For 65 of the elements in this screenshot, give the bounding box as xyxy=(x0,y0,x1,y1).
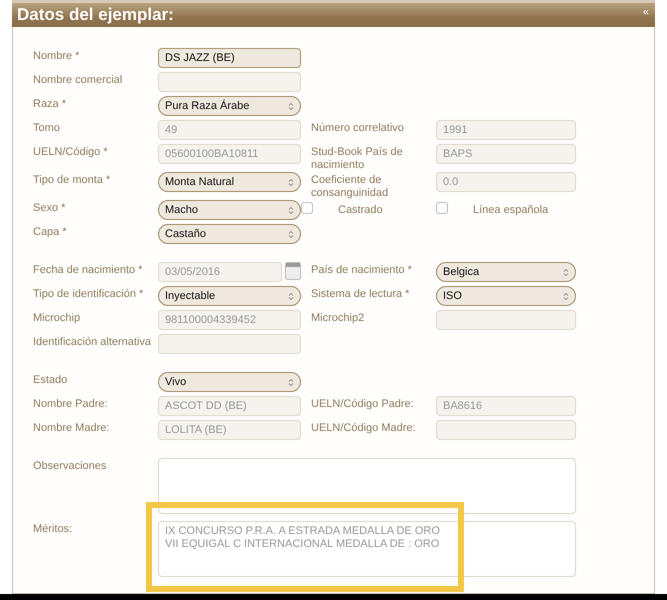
field-label: Nombre Madre: xyxy=(33,421,110,435)
chevron-icon xyxy=(288,206,294,214)
date-field[interactable]: 03/05/2016 xyxy=(158,262,282,282)
chevron-icon xyxy=(563,268,569,276)
text-area[interactable]: IX CONCURSO P.R.A. A ESTRADA MEDALLA DE ORO VII EQUIGAL C INTERNACIONAL MEDALLA DE : ORO xyxy=(158,521,576,577)
field-label: Nombre Padre: xyxy=(33,397,109,411)
field-label: Tipo de identificación * xyxy=(33,287,144,301)
text-field[interactable] xyxy=(436,310,576,330)
field-label: Raza * xyxy=(33,97,68,111)
checkbox[interactable] xyxy=(301,202,313,214)
text-field[interactable]: LOLITA (BE) xyxy=(158,420,301,440)
text-field[interactable]: 981100004339452 xyxy=(158,310,301,330)
chevron-icon xyxy=(563,292,569,300)
text-field[interactable] xyxy=(158,334,301,354)
text-field[interactable]: 0.0 xyxy=(436,172,576,192)
field-label: Capa * xyxy=(33,225,68,239)
text-area[interactable] xyxy=(158,458,576,514)
calendar-icon[interactable] xyxy=(285,262,301,280)
select-dropdown[interactable]: Belgica xyxy=(436,262,576,282)
select-dropdown[interactable]: Castaño xyxy=(158,224,301,244)
text-field[interactable] xyxy=(158,72,301,92)
text-field[interactable]: 1991 xyxy=(436,120,576,140)
field-label: UELN/Código Padre: xyxy=(311,397,415,411)
field-label: Microchip2 xyxy=(311,311,366,325)
field-label: Tomo xyxy=(33,121,61,135)
panel-title: Datos del ejemplar: xyxy=(17,4,174,26)
select-dropdown[interactable]: Inyectable xyxy=(158,286,301,306)
chevron-icon xyxy=(288,292,294,300)
select-dropdown[interactable]: Monta Natural xyxy=(158,172,301,192)
chevron-icon xyxy=(288,102,294,110)
select-dropdown[interactable]: Vivo xyxy=(158,372,301,392)
field-label: Fecha de nacimiento * xyxy=(33,263,144,277)
chevron-icon xyxy=(288,178,294,186)
select-dropdown[interactable]: Pura Raza Árabe xyxy=(158,96,301,116)
chevron-icon xyxy=(288,230,294,238)
field-label: UELN/Código * xyxy=(33,145,109,159)
field-label: Sistema de lectura * xyxy=(311,287,410,301)
field-label: País de nacimiento * xyxy=(311,263,413,277)
field-label: Sexo * xyxy=(33,201,66,215)
field-label: Microchip xyxy=(33,311,82,325)
field-label: Méritos: xyxy=(33,522,74,536)
field-label: Identificación alternativa xyxy=(33,335,152,349)
text-field[interactable]: BA8616 xyxy=(436,396,576,416)
field-label: UELN/Código Madre: xyxy=(311,421,417,435)
checkbox[interactable] xyxy=(436,202,448,214)
field-label: Nombre comercial xyxy=(33,73,124,87)
field-label: Tipo de monta * xyxy=(33,173,112,187)
text-field[interactable]: BAPS xyxy=(436,144,576,164)
field-label: Nombre * xyxy=(33,49,80,63)
collapse-button[interactable]: « xyxy=(642,4,649,20)
text-field[interactable]: 49 xyxy=(158,120,301,140)
text-field[interactable]: DS JAZZ (BE) xyxy=(158,48,301,68)
checkbox-label: Castrado xyxy=(338,203,383,218)
field-label: Coeficiente de consanguinidad xyxy=(311,173,390,200)
text-field[interactable]: ASCOT DD (BE) xyxy=(158,396,301,416)
field-label: Stud-Book País de nacimiento xyxy=(311,145,404,172)
select-dropdown[interactable]: ISO xyxy=(436,286,576,306)
chevron-icon xyxy=(288,378,294,386)
field-label: Observaciones xyxy=(33,459,108,473)
select-dropdown[interactable]: Macho xyxy=(158,200,301,220)
text-field[interactable]: 05600100BA10811 xyxy=(158,144,301,164)
field-label: Número correlativo xyxy=(311,121,405,135)
checkbox-label: Línea española xyxy=(473,203,548,218)
text-field[interactable] xyxy=(436,420,576,440)
field-label: Estado xyxy=(33,373,68,387)
